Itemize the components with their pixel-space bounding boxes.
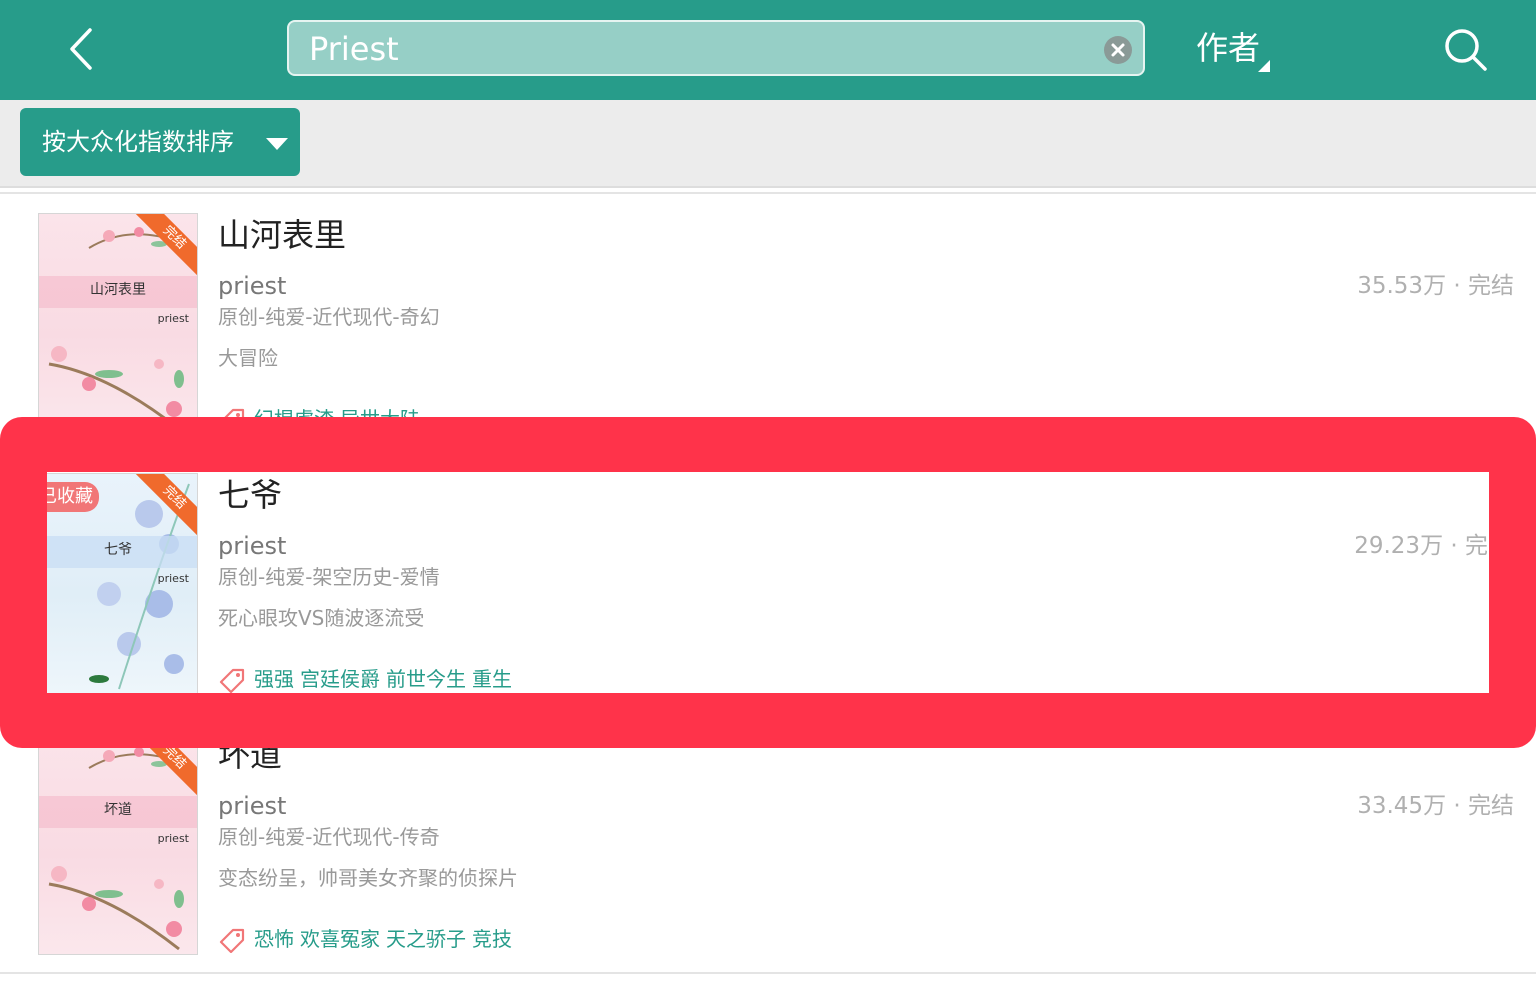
tag-link[interactable]: 异世大陆 — [340, 407, 420, 431]
tag-icon — [219, 408, 245, 433]
sort-dropdown-button[interactable]: 按大众化指数排序 — [20, 108, 300, 176]
search-mode-dropdown[interactable]: 作者 — [1196, 28, 1260, 68]
book-stats: 29.23万 · 完 — [1354, 533, 1488, 559]
book-cover: 山河表里 priest 完结 — [38, 213, 198, 435]
favorited-badge: 已收藏 — [39, 482, 99, 512]
clear-circle-icon[interactable] — [1103, 35, 1133, 65]
tag-icon — [219, 928, 245, 953]
cover-author: priest — [157, 832, 189, 845]
search-icon[interactable] — [1442, 26, 1490, 74]
book-cover: 坏道 priest 完结 — [38, 733, 198, 955]
sort-bar: 按大众化指数排序 — [0, 100, 1536, 188]
cover-title: 七爷 — [104, 542, 132, 558]
caret-down-icon — [266, 138, 288, 150]
book-category: 原创-纯爱-近代现代-奇幻 — [218, 305, 440, 329]
tag-link[interactable]: 重生 — [472, 667, 512, 691]
cover-title: 坏道 — [104, 802, 132, 818]
book-list-item[interactable]: 坏道 priest 完结 坏道 priest 33.45万 · 完结 原创-纯爱… — [0, 713, 1536, 973]
book-category: 原创-纯爱-近代现代-传奇 — [218, 825, 440, 849]
tag-icon — [219, 668, 245, 693]
book-intro: 死心眼攻VS随波逐流受 — [218, 606, 425, 630]
cover-title: 山河表里 — [90, 282, 146, 298]
book-list-item[interactable]: 七爷 priest 完结 已收藏 七爷 priest 29.23万 · 完 原创… — [0, 453, 1536, 713]
book-author: priest — [218, 532, 287, 560]
cover-author: priest — [157, 572, 189, 585]
book-author: priest — [218, 792, 287, 820]
search-input-value: Priest — [309, 30, 399, 68]
book-title: 七爷 — [218, 476, 283, 514]
tag-link[interactable]: 纪棍虐渣 — [254, 407, 334, 431]
book-stats: 33.45万 · 完结 — [1357, 793, 1514, 819]
book-title: 山河表里 — [218, 216, 347, 254]
tag-link[interactable]: 竞技 — [472, 927, 512, 951]
book-intro: 变态纷呈，帅哥美女齐聚的侦探片 — [218, 866, 518, 890]
cover-author: priest — [157, 312, 189, 325]
tag-link[interactable]: 宫廷侯爵 — [300, 667, 380, 691]
book-intro: 大冒险 — [218, 346, 278, 370]
top-bar: Priest 作者 — [0, 0, 1536, 100]
book-category: 原创-纯爱-架空历史-爱情 — [218, 565, 440, 589]
tag-link[interactable]: 恐怖 — [254, 927, 294, 951]
tag-link[interactable]: 欢喜冤家 — [300, 927, 380, 951]
tag-link[interactable]: 前世今生 — [386, 667, 466, 691]
book-list-item[interactable]: 山河表里 priest 完结 山河表里 priest 35.53万 · 完结 原… — [0, 193, 1536, 453]
divider — [0, 972, 1536, 974]
tag-link[interactable]: 强强 — [254, 667, 294, 691]
book-cover: 七爷 priest 完结 已收藏 — [38, 473, 198, 695]
divider — [0, 192, 1536, 194]
chevron-left-icon[interactable] — [62, 26, 102, 72]
book-title: 坏道 — [218, 736, 283, 774]
sort-label: 按大众化指数排序 — [42, 128, 234, 156]
tag-link[interactable]: 天之骄子 — [386, 927, 466, 951]
book-author: priest — [218, 272, 287, 300]
search-input[interactable]: Priest — [287, 20, 1145, 76]
dropdown-corner-icon — [1258, 60, 1270, 72]
book-stats: 35.53万 · 完结 — [1357, 273, 1514, 299]
